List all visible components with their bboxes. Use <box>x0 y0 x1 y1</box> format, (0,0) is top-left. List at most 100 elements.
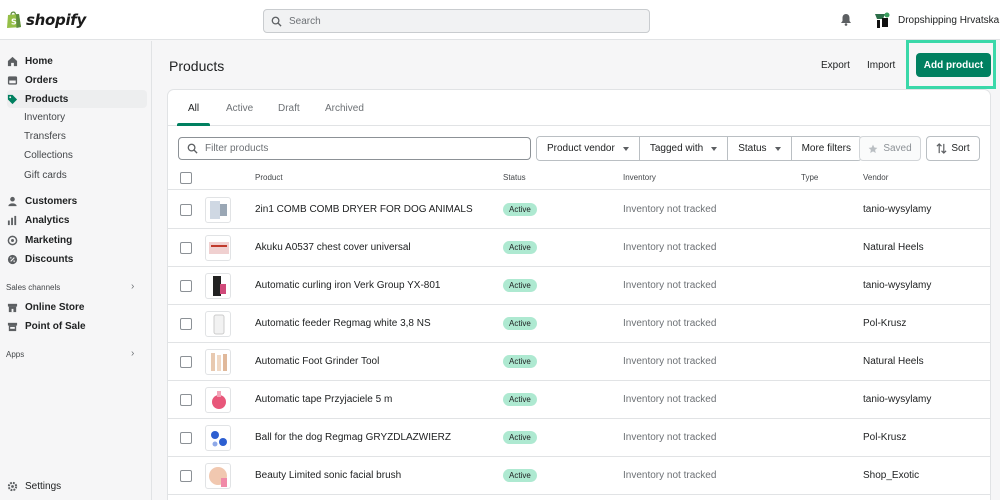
sidebar-item-label: Orders <box>25 74 58 86</box>
product-name[interactable]: 2in1 COMB COMB DRYER FOR DOG ANIMALS <box>255 204 473 215</box>
vendor-text: Pol-Krusz <box>863 432 907 443</box>
inventory-text: Inventory not tracked <box>623 470 717 481</box>
table-row[interactable]: Automatic tape Przyjaciele 5 m Active Inve… <box>168 381 990 419</box>
search-input[interactable] <box>289 15 629 27</box>
chevron-right-icon[interactable]: › <box>131 281 134 292</box>
sidebar: Home Orders Products Inventory Transfers… <box>0 41 152 500</box>
sidebar-item-marketing[interactable]: Marketing <box>7 231 72 249</box>
row-checkbox[interactable] <box>180 242 192 254</box>
sidebar-item-settings[interactable]: Settings <box>7 477 61 495</box>
tab-active[interactable]: Active <box>226 103 253 114</box>
search-bar[interactable] <box>263 9 650 33</box>
filter-products-field[interactable] <box>178 137 531 160</box>
row-checkbox[interactable] <box>180 432 192 444</box>
inventory-text: Inventory not tracked <box>623 280 717 291</box>
sidebar-item-discounts[interactable]: Discounts <box>7 250 73 268</box>
sidebar-subitem-gift-cards[interactable]: Gift cards <box>24 168 67 184</box>
tagged-with-filter[interactable]: Tagged with <box>639 137 729 160</box>
table-row[interactable]: Ball for the dog Regmag GRYZDLAZWIERZ Act… <box>168 419 990 457</box>
caret-down-icon <box>774 146 781 151</box>
shopify-bag-icon: S <box>7 11 21 28</box>
product-vendor-filter[interactable]: Product vendor <box>537 137 640 160</box>
sidebar-subitem-transfers[interactable]: Transfers <box>24 129 66 145</box>
header-status: Status <box>503 173 526 182</box>
table-row[interactable]: Automatic feeder Regmag white 3,8 NS Acti… <box>168 305 990 343</box>
header-type: Type <box>801 173 819 182</box>
more-filters-button[interactable]: More filters <box>791 137 862 160</box>
sidebar-item-products[interactable]: Products <box>7 90 147 108</box>
sort-button[interactable]: Sort <box>926 136 980 161</box>
product-thumbnail <box>205 311 231 337</box>
product-thumbnail <box>205 463 231 489</box>
filter-products-input[interactable] <box>205 143 515 154</box>
sidebar-subitem-inventory[interactable]: Inventory <box>24 110 65 126</box>
inventory-text: Inventory not tracked <box>623 318 717 329</box>
inventory-text: Inventory not tracked <box>623 394 717 405</box>
store-avatar <box>872 11 892 29</box>
table-row[interactable]: Automatic curling iron Verk Group YX-801… <box>168 267 990 305</box>
saved-button[interactable]: Saved <box>859 136 921 161</box>
sidebar-item-analytics[interactable]: Analytics <box>7 211 69 229</box>
inventory-text: Inventory not tracked <box>623 432 717 443</box>
store-menu[interactable]: Dropshipping Hrvatska <box>872 11 999 29</box>
tag-icon <box>7 94 18 104</box>
sidebar-item-customers[interactable]: Customers <box>7 192 77 210</box>
sidebar-item-orders[interactable]: Orders <box>7 71 58 89</box>
status-badge: Active <box>503 355 537 368</box>
product-name[interactable]: Automatic feeder Regmag white 3,8 NS <box>255 318 431 329</box>
add-product-button[interactable]: Add product <box>916 53 991 77</box>
product-name[interactable]: Beauty Limited sonic facial brush <box>255 470 401 481</box>
product-thumbnail <box>205 197 231 223</box>
chevron-right-icon[interactable]: › <box>131 348 134 359</box>
sidebar-item-label: Analytics <box>25 214 70 226</box>
row-checkbox[interactable] <box>180 204 192 216</box>
status-filter[interactable]: Status <box>728 137 792 160</box>
import-button[interactable]: Import <box>867 60 895 71</box>
row-checkbox[interactable] <box>180 356 192 368</box>
row-checkbox[interactable] <box>180 470 192 482</box>
vendor-text: tanio-wysylamy <box>863 280 932 291</box>
export-button[interactable]: Export <box>821 60 850 71</box>
shopify-logo[interactable]: S shopify <box>6 10 86 29</box>
vendor-text: tanio-wysylamy <box>863 394 932 405</box>
tab-archived[interactable]: Archived <box>325 103 364 114</box>
store-name: Dropshipping Hrvatska <box>898 14 1000 26</box>
table-row[interactable]: Beauty Limited sonic facial brush Active I… <box>168 457 990 495</box>
vendor-text: Natural Heels <box>863 242 924 253</box>
marketing-icon <box>7 235 18 245</box>
select-all-checkbox[interactable] <box>180 172 192 184</box>
sidebar-item-label: Customers <box>25 195 78 207</box>
tab-all[interactable]: All <box>188 103 199 114</box>
product-name[interactable]: Akuku A0537 chest cover universal <box>255 242 411 253</box>
sidebar-item-label: Home <box>25 55 53 67</box>
filter-label: Tagged with <box>649 143 704 154</box>
discount-icon <box>7 254 18 264</box>
table-row[interactable]: Akuku A0537 chest cover universal Active I… <box>168 229 990 267</box>
sidebar-item-point-of-sale[interactable]: Point of Sale <box>7 317 86 335</box>
product-name[interactable]: Ball for the dog Regmag GRYZDLAZWIERZ <box>255 432 451 443</box>
inventory-text: Inventory not tracked <box>623 242 717 253</box>
product-name[interactable]: Automatic Foot Grinder Tool <box>255 356 379 367</box>
table-row[interactable]: Automatic Foot Grinder Tool Active Invento… <box>168 343 990 381</box>
caret-down-icon <box>711 146 718 151</box>
bell-icon[interactable] <box>840 13 852 26</box>
inventory-text: Inventory not tracked <box>623 356 717 367</box>
pos-icon <box>7 322 18 331</box>
sidebar-item-home[interactable]: Home <box>7 52 53 70</box>
tab-draft[interactable]: Draft <box>278 103 300 114</box>
analytics-icon <box>7 215 17 225</box>
sidebar-subitem-collections[interactable]: Collections <box>24 148 73 164</box>
product-name[interactable]: Automatic curling iron Verk Group YX-801 <box>255 280 440 291</box>
row-checkbox[interactable] <box>180 394 192 406</box>
row-checkbox[interactable] <box>180 280 192 292</box>
caret-down-icon <box>622 146 629 151</box>
inventory-text: Inventory not tracked <box>623 204 717 215</box>
filter-label: Product vendor <box>547 143 615 154</box>
sidebar-item-online-store[interactable]: Online Store <box>7 298 84 316</box>
row-checkbox[interactable] <box>180 318 192 330</box>
product-name[interactable]: Automatic tape Przyjaciele 5 m <box>255 394 392 405</box>
status-badge: Active <box>503 317 537 330</box>
sales-channels-label: Sales channels <box>6 283 61 292</box>
apps-label: Apps <box>6 350 25 359</box>
table-row[interactable]: 2in1 COMB COMB DRYER FOR DOG ANIMALS Acti… <box>168 191 990 229</box>
